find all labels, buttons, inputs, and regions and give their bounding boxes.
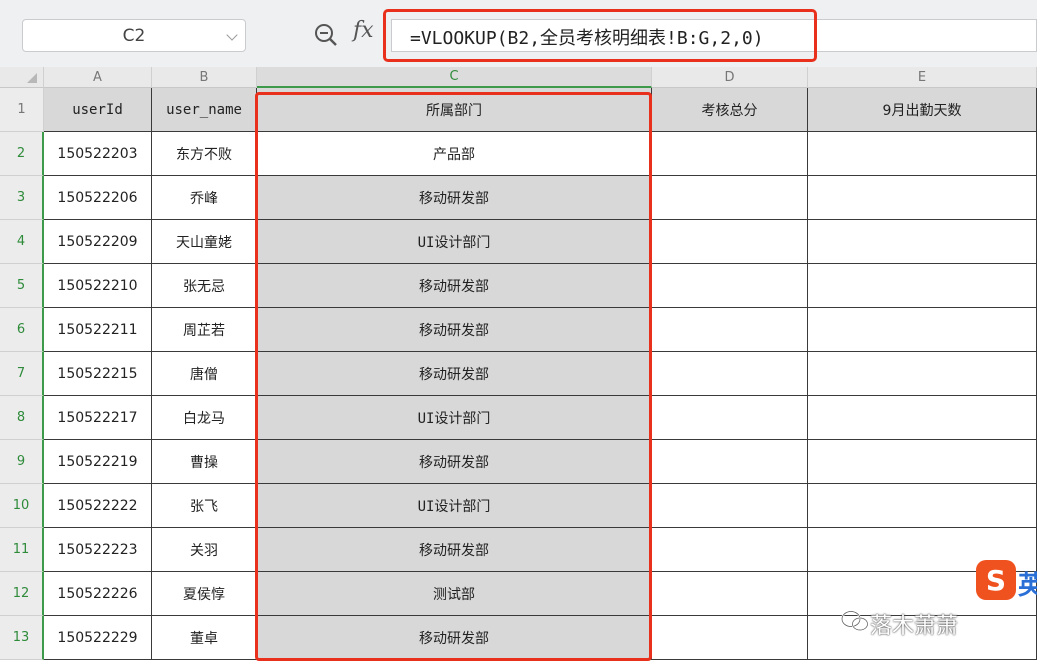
header-cell[interactable]: user_name	[152, 88, 257, 132]
watermark-account: 落木萧萧	[870, 614, 959, 639]
formula-bar: C2 fx =VLOOKUP(B2,全员考核明细表!B:G,2,0)	[0, 0, 1037, 68]
data-cell[interactable]	[652, 132, 808, 176]
data-cell[interactable]	[808, 132, 1037, 176]
data-cell[interactable]: 周芷若	[152, 308, 257, 352]
wechat-icon	[841, 610, 869, 631]
name-box-value: C2	[122, 25, 146, 46]
data-cell[interactable]: 移动研发部	[257, 440, 652, 484]
data-cell[interactable]	[808, 264, 1037, 308]
data-cell[interactable]: 张飞	[152, 484, 257, 528]
row-header-4[interactable]: 4	[0, 220, 44, 264]
row-header-9[interactable]: 9	[0, 440, 44, 484]
data-cell[interactable]	[652, 220, 808, 264]
data-cell[interactable]: 乔峰	[152, 176, 257, 220]
data-cell[interactable]: 东方不败	[152, 132, 257, 176]
data-cell[interactable]: 150522211	[44, 308, 152, 352]
row-header-3[interactable]: 3	[0, 176, 44, 220]
data-cell[interactable]	[652, 440, 808, 484]
data-cell[interactable]	[652, 616, 808, 660]
data-cell[interactable]	[808, 352, 1037, 396]
data-cell[interactable]: 150522210	[44, 264, 152, 308]
data-cell[interactable]: UI设计部门	[257, 396, 652, 440]
data-cell[interactable]: 150522229	[44, 616, 152, 660]
data-cell[interactable]	[652, 484, 808, 528]
data-cell[interactable]: 移动研发部	[257, 528, 652, 572]
column-header-a[interactable]: A	[44, 67, 152, 88]
data-cell[interactable]	[808, 176, 1037, 220]
data-cell[interactable]	[808, 220, 1037, 264]
row-header-13[interactable]: 13	[0, 616, 44, 660]
fx-icon[interactable]: fx	[353, 18, 374, 43]
formula-input[interactable]: =VLOOKUP(B2,全员考核明细表!B:G,2,0)	[391, 19, 1037, 52]
row-header-10[interactable]: 10	[0, 484, 44, 528]
data-cell[interactable]: 移动研发部	[257, 264, 652, 308]
data-cell[interactable]: 测试部	[257, 572, 652, 616]
header-cell[interactable]: 9月出勤天数	[808, 88, 1037, 132]
data-cell[interactable]: 唐僧	[152, 352, 257, 396]
data-cell[interactable]: 150522223	[44, 528, 152, 572]
ime-mode-label: 英	[1018, 571, 1037, 601]
data-cell[interactable]: 150522215	[44, 352, 152, 396]
column-header-e[interactable]: E	[808, 67, 1037, 88]
data-cell[interactable]: 天山童姥	[152, 220, 257, 264]
data-cell[interactable]: 150522209	[44, 220, 152, 264]
data-cell[interactable]: 150522203	[44, 132, 152, 176]
data-cell[interactable]: 董卓	[152, 616, 257, 660]
row-header-6[interactable]: 6	[0, 308, 44, 352]
row-header-8[interactable]: 8	[0, 396, 44, 440]
data-cell[interactable]	[808, 308, 1037, 352]
data-cell[interactable]	[808, 440, 1037, 484]
data-cell[interactable]: 150522217	[44, 396, 152, 440]
data-cell[interactable]	[808, 396, 1037, 440]
chevron-down-icon[interactable]	[226, 29, 238, 41]
data-cell[interactable]: 张无忌	[152, 264, 257, 308]
data-cell[interactable]	[808, 484, 1037, 528]
data-cell[interactable]	[652, 352, 808, 396]
data-cell[interactable]: 150522226	[44, 572, 152, 616]
data-cell[interactable]: 产品部	[257, 132, 652, 176]
row-header-7[interactable]: 7	[0, 352, 44, 396]
row-header-12[interactable]: 12	[0, 572, 44, 616]
zoom-icon[interactable]	[313, 22, 339, 48]
data-cell[interactable]	[652, 528, 808, 572]
data-cell[interactable]: 移动研发部	[257, 308, 652, 352]
row-header-11[interactable]: 11	[0, 528, 44, 572]
data-cell[interactable]: 白龙马	[152, 396, 257, 440]
data-cell[interactable]	[652, 264, 808, 308]
data-cell[interactable]: 150522206	[44, 176, 152, 220]
data-cell[interactable]	[652, 572, 808, 616]
data-cell[interactable]: 移动研发部	[257, 176, 652, 220]
column-header-b[interactable]: B	[152, 67, 257, 88]
data-cell[interactable]: UI设计部门	[257, 484, 652, 528]
data-cell[interactable]: 夏侯惇	[152, 572, 257, 616]
header-cell[interactable]: 所属部门	[257, 88, 652, 132]
data-cell[interactable]: UI设计部门	[257, 220, 652, 264]
column-header-c[interactable]: C	[257, 67, 652, 88]
data-cell[interactable]: 关羽	[152, 528, 257, 572]
data-cell[interactable]: 移动研发部	[257, 616, 652, 660]
data-cell[interactable]: 曹操	[152, 440, 257, 484]
row-header-5[interactable]: 5	[0, 264, 44, 308]
column-header-d[interactable]: D	[652, 67, 808, 88]
data-cell[interactable]: 移动研发部	[257, 352, 652, 396]
data-cell[interactable]	[652, 308, 808, 352]
header-cell[interactable]: 考核总分	[652, 88, 808, 132]
data-cell[interactable]	[652, 396, 808, 440]
data-cell[interactable]: 150522219	[44, 440, 152, 484]
row-header-2[interactable]: 2	[0, 132, 44, 176]
select-all-corner[interactable]	[0, 67, 44, 88]
data-cell[interactable]: 150522222	[44, 484, 152, 528]
header-cell[interactable]: userId	[44, 88, 152, 132]
data-cell[interactable]	[652, 176, 808, 220]
row-header-1[interactable]: 1	[0, 88, 44, 132]
name-box[interactable]: C2	[22, 19, 246, 52]
ime-logo-icon: S	[976, 560, 1016, 600]
